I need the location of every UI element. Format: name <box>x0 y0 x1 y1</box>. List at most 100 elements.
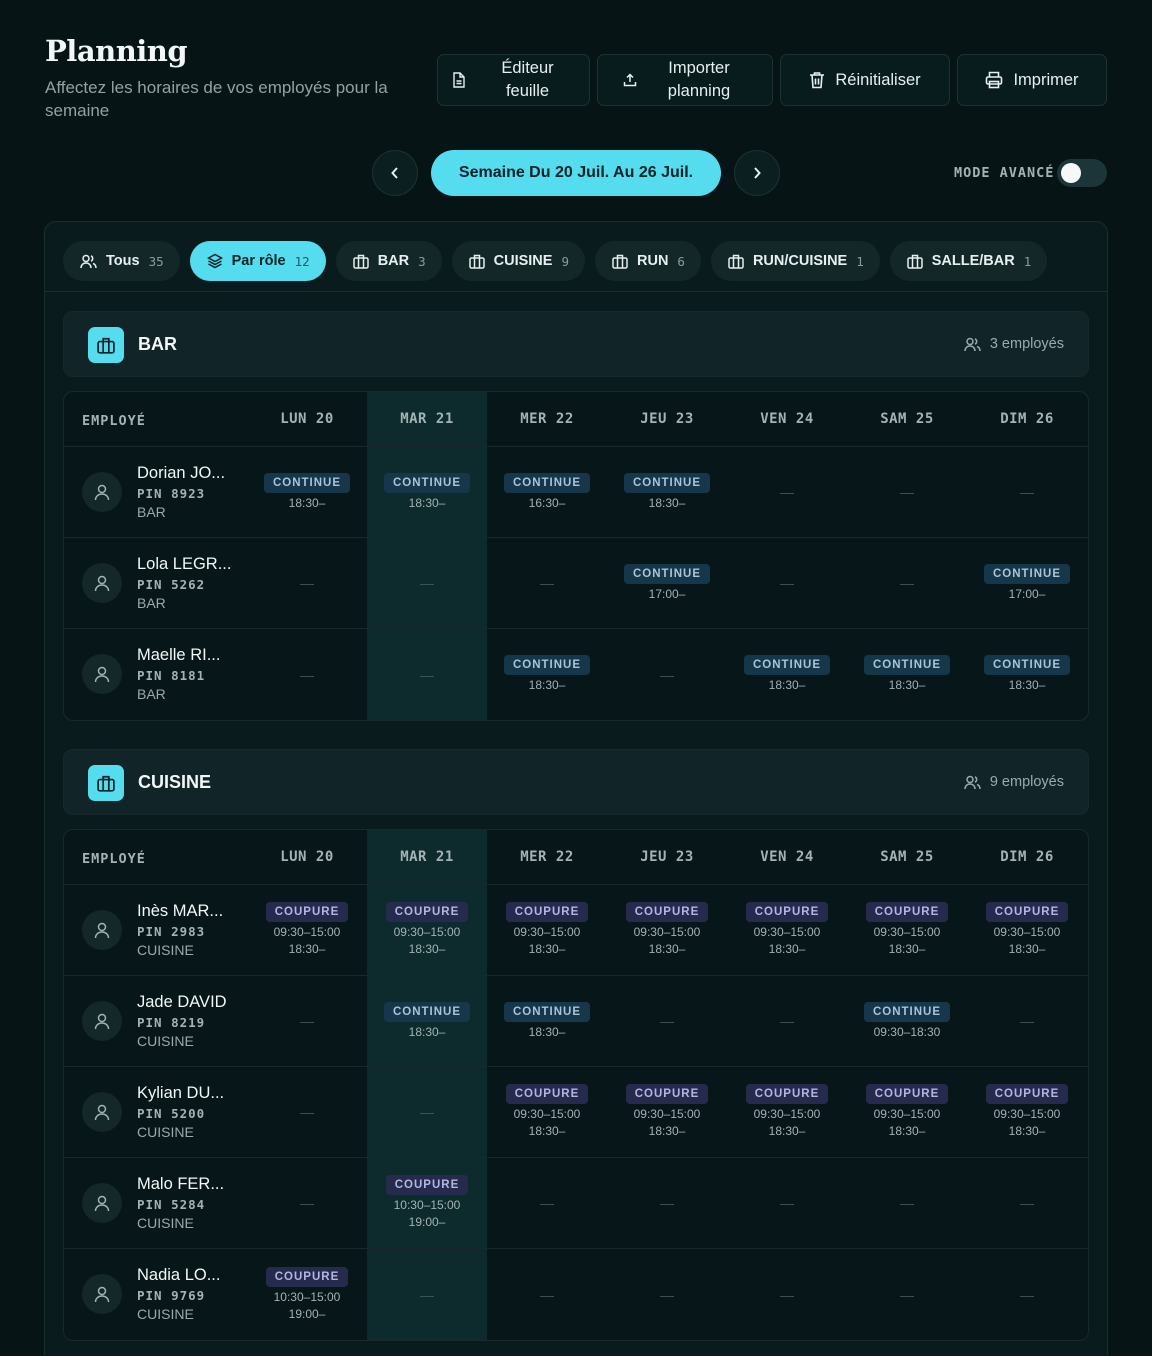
print-button[interactable]: Imprimer <box>957 54 1107 106</box>
import-button[interactable]: Importer planning <box>597 54 773 106</box>
avatar <box>82 654 122 694</box>
shift-type-badge: COUPURE <box>625 1084 709 1104</box>
shift-cell-empty[interactable]: — <box>607 976 727 1066</box>
employee-cell[interactable]: Malo FER... PIN 5284 CUISINE <box>64 1158 247 1248</box>
shift-cell-empty[interactable]: — <box>847 1158 967 1248</box>
group-count-label: 9 employés <box>989 774 1064 790</box>
shift-cell[interactable]: CONTINUE 18:30– <box>727 629 847 720</box>
advanced-mode-toggle[interactable] <box>1057 159 1107 187</box>
shift-cell[interactable]: CONTINUE 18:30– <box>487 629 607 720</box>
filter-chip-par-role[interactable]: Par rôle 12 <box>189 241 326 281</box>
shift-cell[interactable]: COUPURE 09:30–15:00 18:30– <box>487 1067 607 1157</box>
shift-cell-empty[interactable]: — <box>487 1249 607 1340</box>
shift-cell-empty[interactable]: — <box>367 1249 487 1340</box>
shift-cell[interactable]: COUPURE 09:30–15:00 18:30– <box>727 1067 847 1157</box>
shift-time: 09:30–15:00 <box>753 925 821 939</box>
shift-cell-empty[interactable]: — <box>487 1158 607 1248</box>
shift-cell-empty[interactable]: — <box>247 1158 367 1248</box>
shift-cell[interactable]: CONTINUE 17:00– <box>607 538 727 628</box>
shift-cell[interactable]: CONTINUE 18:30– <box>607 447 727 537</box>
filter-chip-salle-bar[interactable]: SALLE/BAR 1 <box>889 241 1048 281</box>
shift-cell[interactable]: COUPURE 09:30–15:00 18:30– <box>847 885 967 975</box>
shift-cell-empty[interactable]: — <box>487 538 607 628</box>
filter-chip-run-cuisine[interactable]: RUN/CUISINE 1 <box>710 241 880 281</box>
shift-cell-empty[interactable]: — <box>967 447 1087 537</box>
upload-icon <box>623 73 637 87</box>
empty-shift-dash: — <box>420 1104 434 1120</box>
empty-shift-dash: — <box>780 575 794 591</box>
employee-cell[interactable]: Jade DAVID PIN 8219 CUISINE <box>64 976 247 1066</box>
employee-cell[interactable]: Dorian JO... PIN 8923 BAR <box>64 447 247 537</box>
employee-cell[interactable]: Nadia LO... PIN 9769 CUISINE <box>64 1249 247 1340</box>
shift-cell-empty[interactable]: — <box>607 1249 727 1340</box>
filter-chip-bar[interactable]: BAR 3 <box>335 241 442 281</box>
shift-cell[interactable]: COUPURE 09:30–15:00 18:30– <box>847 1067 967 1157</box>
shift-cell[interactable]: COUPURE 09:30–15:00 18:30– <box>967 885 1087 975</box>
shift-cell-empty[interactable]: — <box>727 1249 847 1340</box>
shift-cell-empty[interactable]: — <box>727 976 847 1066</box>
shift-cell-empty[interactable]: — <box>967 1249 1087 1340</box>
shift-cell[interactable]: COUPURE 09:30–15:00 18:30– <box>487 885 607 975</box>
shift-cell[interactable]: COUPURE 09:30–15:00 18:30– <box>967 1067 1087 1157</box>
shift-cell-empty[interactable]: — <box>247 629 367 720</box>
shift-cell-empty[interactable]: — <box>247 976 367 1066</box>
employee-cell[interactable]: Maelle RI... PIN 8181 BAR <box>64 629 247 720</box>
shift-type-badge: CONTINUE <box>383 472 471 493</box>
shift-cell-empty[interactable]: — <box>247 1067 367 1157</box>
editor-button[interactable]: Éditeur feuille <box>437 54 590 106</box>
shift-cell-empty[interactable]: — <box>847 538 967 628</box>
shift-cell[interactable]: CONTINUE 18:30– <box>487 976 607 1066</box>
shift-cell[interactable]: CONTINUE 16:30– <box>487 447 607 537</box>
shift-cell-empty[interactable]: — <box>367 1067 487 1157</box>
shift-cell[interactable]: COUPURE 09:30–15:00 18:30– <box>367 885 487 975</box>
shift-cell[interactable]: COUPURE 10:30–15:00 19:00– <box>367 1158 487 1248</box>
shift-cell-empty[interactable]: — <box>607 629 727 720</box>
shift-cell-empty[interactable]: — <box>847 447 967 537</box>
shift-time: 18:30– <box>648 1124 686 1138</box>
filter-chip-tous[interactable]: Tous 35 <box>63 241 180 281</box>
filter-chip-cuisine[interactable]: CUISINE 9 <box>451 241 585 281</box>
briefcase-icon <box>612 254 637 269</box>
employee-cell[interactable]: Kylian DU... PIN 5200 CUISINE <box>64 1067 247 1157</box>
filter-chip-run[interactable]: RUN 6 <box>595 241 701 281</box>
employee-role: BAR <box>137 686 166 702</box>
shift-type-badge: COUPURE <box>625 902 709 922</box>
day-header: VEN 24 <box>760 849 814 865</box>
shift-cell[interactable]: CONTINUE 17:00– <box>967 538 1087 628</box>
shift-cell-empty[interactable]: — <box>847 1249 967 1340</box>
next-week-button[interactable] <box>734 150 780 196</box>
shift-cell-empty[interactable]: — <box>727 538 847 628</box>
shift-cell[interactable]: COUPURE 09:30–15:00 18:30– <box>607 885 727 975</box>
shift-cell-empty[interactable]: — <box>727 447 847 537</box>
filter-chip-count: 3 <box>418 253 426 269</box>
shift-time: 09:30–15:00 <box>633 1107 701 1121</box>
shift-cell[interactable]: COUPURE 10:30–15:00 19:00– <box>247 1249 367 1340</box>
shift-cell[interactable]: CONTINUE 18:30– <box>367 976 487 1066</box>
week-selector[interactable]: Semaine Du 20 Juil. Au 26 Juil. <box>431 150 721 196</box>
shift-cell[interactable]: CONTINUE 18:30– <box>847 629 967 720</box>
shift-cell[interactable]: CONTINUE 09:30–18:30 <box>847 976 967 1066</box>
shift-cell[interactable]: COUPURE 09:30–15:00 18:30– <box>247 885 367 975</box>
shift-time: 18:30– <box>648 495 686 510</box>
shift-cell-empty[interactable]: — <box>727 1158 847 1248</box>
empty-shift-dash: — <box>420 575 434 591</box>
shift-cell[interactable]: CONTINUE 18:30– <box>967 629 1087 720</box>
shift-cell-empty[interactable]: — <box>367 629 487 720</box>
shift-cell-empty[interactable]: — <box>967 1158 1087 1248</box>
shift-cell[interactable]: CONTINUE 18:30– <box>367 447 487 537</box>
employee-cell[interactable]: Inès MAR... PIN 2983 CUISINE <box>64 885 247 975</box>
shift-cell-empty[interactable]: — <box>367 538 487 628</box>
shift-cell[interactable]: COUPURE 09:30–15:00 18:30– <box>607 1067 727 1157</box>
reset-button[interactable]: Réinitialiser <box>780 54 950 106</box>
shift-cell-empty[interactable]: — <box>247 538 367 628</box>
shift-type-badge: CONTINUE <box>743 655 831 675</box>
shift-time: 18:30– <box>888 942 926 956</box>
shift-cell[interactable]: CONTINUE 18:30– <box>247 447 367 537</box>
shift-cell-empty[interactable]: — <box>967 976 1087 1066</box>
previous-week-button[interactable] <box>372 150 418 196</box>
employee-cell[interactable]: Lola LEGR... PIN 5262 BAR <box>64 538 247 628</box>
shift-cell-empty[interactable]: — <box>607 1158 727 1248</box>
shift-cell[interactable]: COUPURE 09:30–15:00 18:30– <box>727 885 847 975</box>
employee-pin: PIN 5200 <box>137 1106 206 1121</box>
users-icon <box>80 254 106 269</box>
